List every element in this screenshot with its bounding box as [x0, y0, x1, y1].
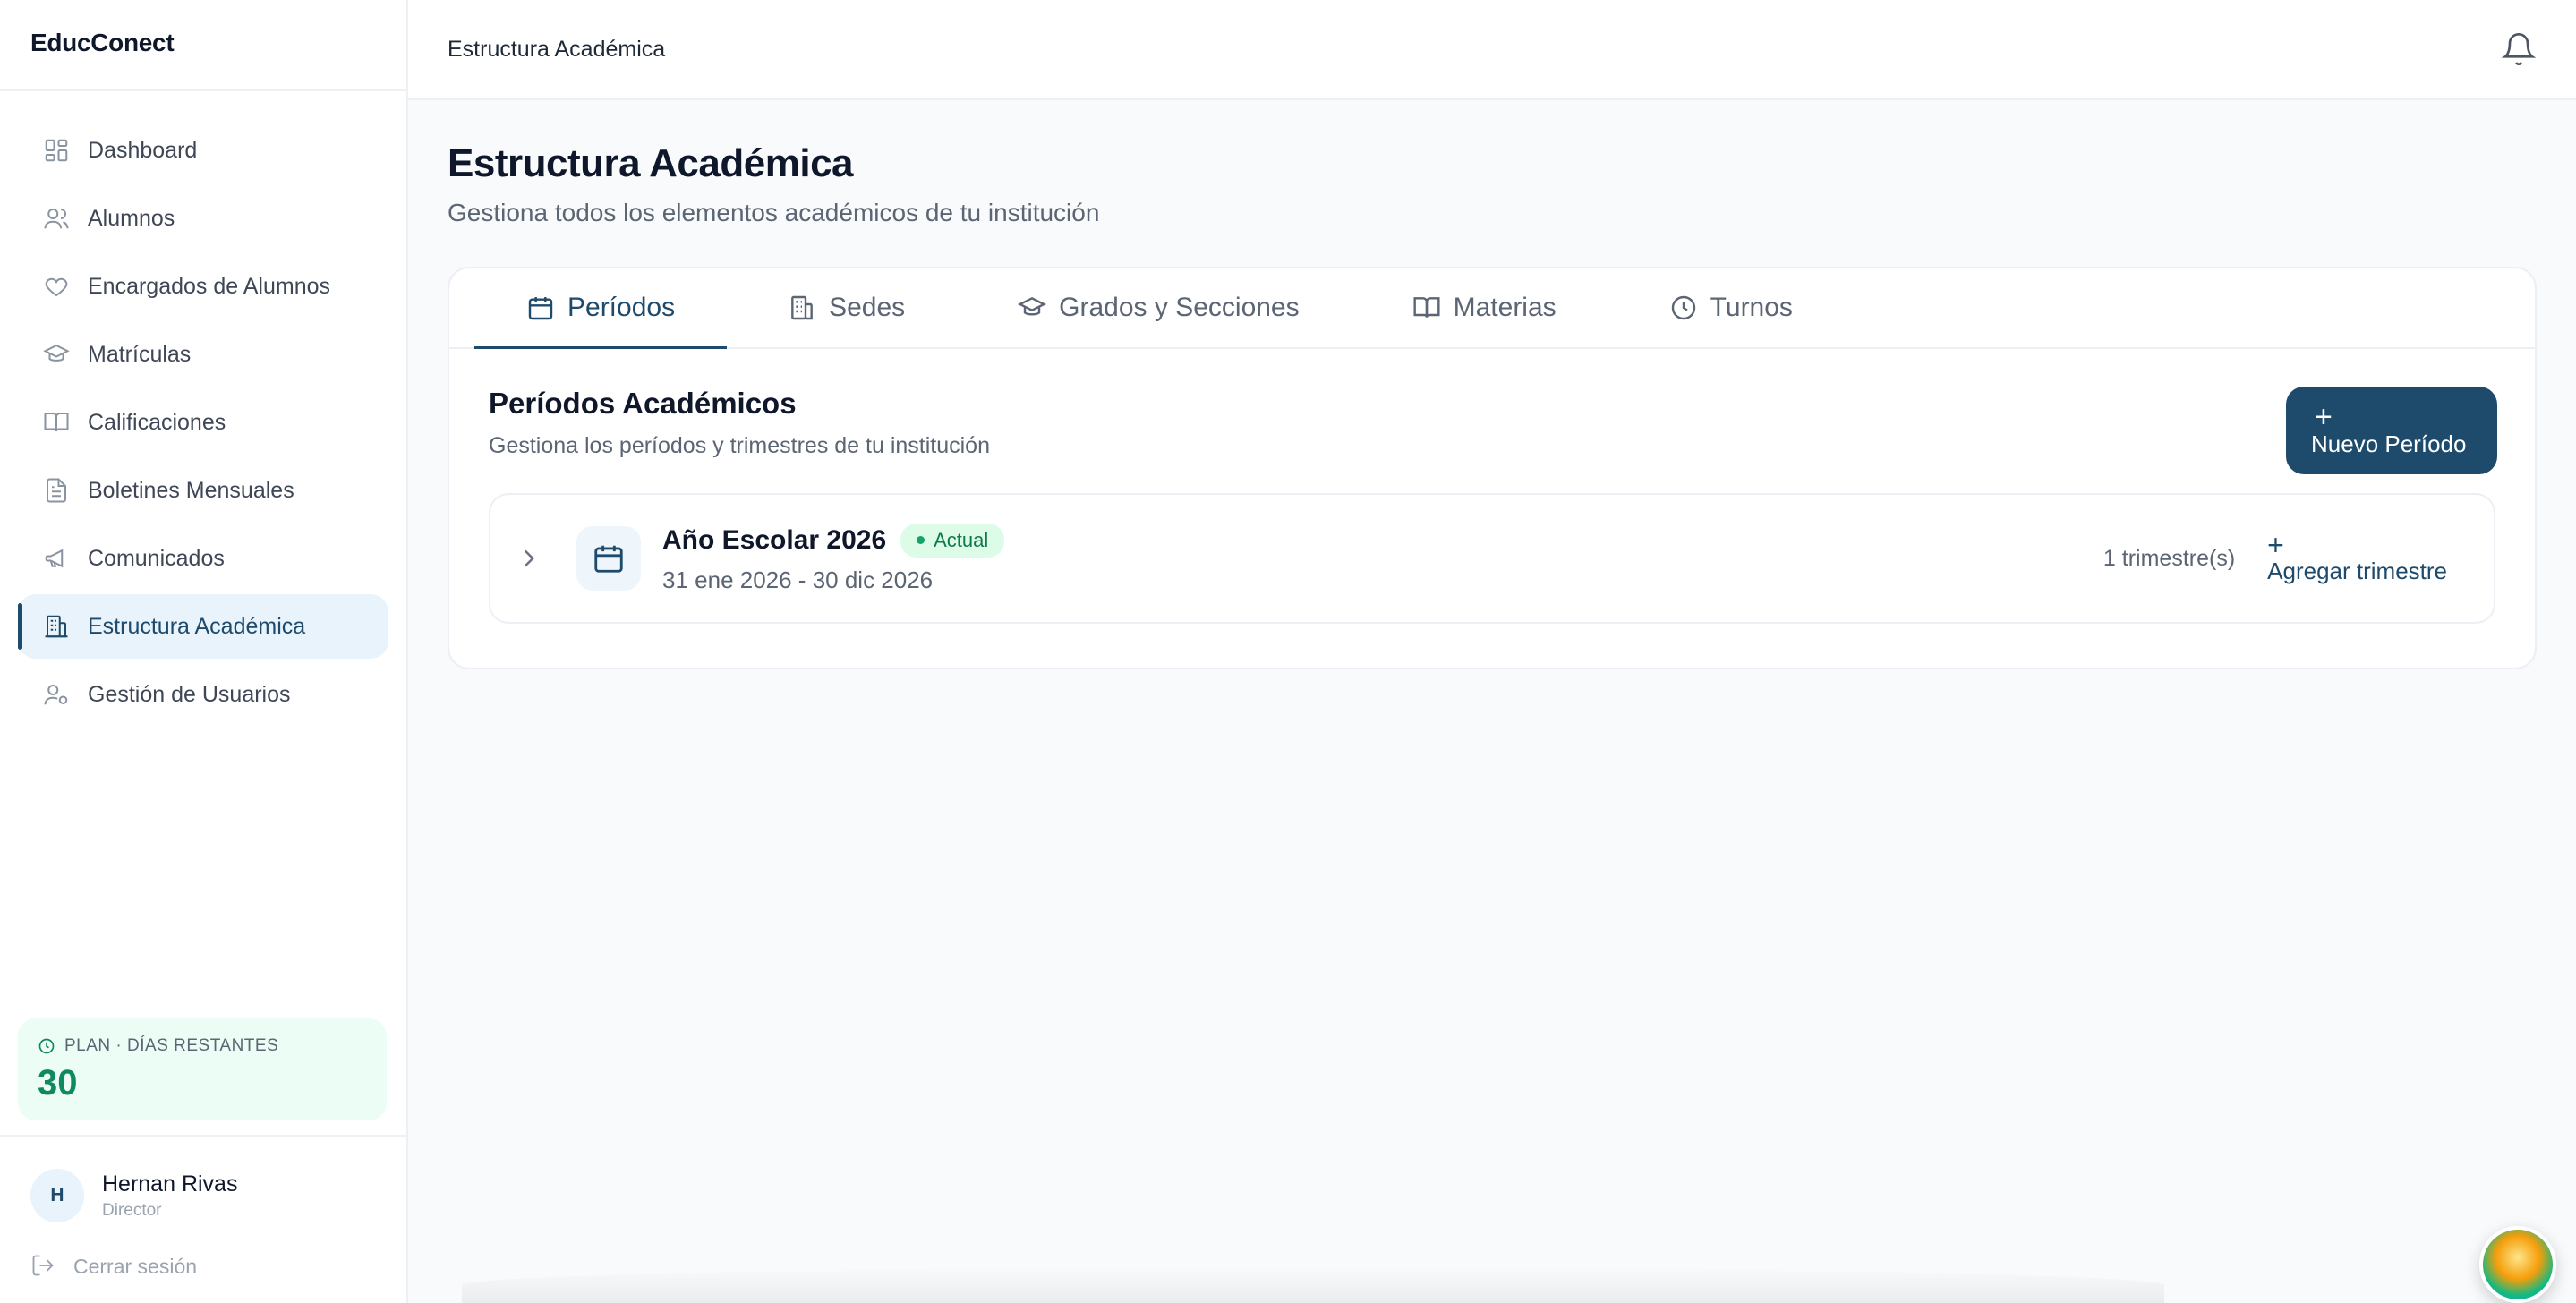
page-title: Estructura Académica [448, 141, 854, 185]
sidebar-item-label: Matrículas [88, 341, 192, 367]
users-icon [41, 203, 72, 234]
sidebar-item-alumnos[interactable]: Alumnos [18, 186, 388, 251]
tab-label: Materias [1453, 293, 1557, 322]
book-open-icon [1412, 294, 1441, 322]
sidebar-item-dashboard[interactable]: Dashboard [18, 118, 388, 183]
new-period-button[interactable]: + Nuevo Período [2286, 387, 2497, 474]
graduation-cap-icon [1018, 294, 1047, 322]
tab-label: Sedes [829, 293, 906, 322]
trimester-count: 1 trimestre(s) [2103, 545, 2236, 571]
plus-icon: + [2315, 399, 2333, 434]
main-area: Estructura Académica Estructura Académic… [408, 0, 2576, 1303]
status-badge: Actual [900, 523, 1005, 558]
chevron-right-icon[interactable] [514, 543, 544, 574]
calendar-icon [576, 526, 641, 591]
plan-label-row: PLAN · DÍAS RESTANTES [38, 1036, 367, 1056]
page-subtitle: Gestiona todos los elementos académicos … [448, 199, 1100, 226]
user-name: Hernan Rivas [102, 1171, 238, 1197]
sidebar-item-estructura-academica[interactable]: Estructura Académica [18, 594, 388, 659]
tab-bar: Períodos Sedes Grados y Secciones Materi… [449, 268, 2535, 349]
logout-label: Cerrar sesión [73, 1254, 198, 1278]
user-info: Hernan Rivas Director [102, 1171, 237, 1221]
graduation-cap-icon [41, 339, 72, 370]
logout-button[interactable]: Cerrar sesión [30, 1253, 376, 1280]
file-text-icon [41, 475, 72, 506]
assistant-avatar-icon[interactable] [2479, 1226, 2556, 1303]
badge-label: Actual [934, 528, 989, 551]
sidebar-item-calificaciones[interactable]: Calificaciones [18, 390, 388, 455]
sidebar-item-label: Dashboard [88, 137, 198, 163]
status-dot [917, 536, 925, 544]
period-dates: 31 ene 2026 - 30 dic 2026 [662, 566, 934, 593]
period-row: Año Escolar 2026 Actual 31 ene 2026 - 30… [489, 493, 2495, 624]
add-trimester-label: Agregar trimestre [2267, 557, 2447, 584]
section-subtitle: Gestiona los períodos y trimestres de tu… [489, 433, 990, 458]
clock-icon [38, 1037, 55, 1055]
calendar-icon [526, 294, 555, 322]
sidebar-item-label: Boletines Mensuales [88, 477, 294, 503]
clock-icon [1669, 294, 1698, 322]
dashboard-grid-icon [41, 135, 72, 166]
sidebar-item-label: Calificaciones [88, 409, 226, 435]
building-icon [788, 294, 816, 322]
plus-icon: + [2267, 528, 2284, 561]
user-role: Director [102, 1200, 162, 1220]
sidebar-nav: Dashboard Alumnos Encargados de Alumnos … [0, 91, 406, 754]
sidebar-item-gestion-usuarios[interactable]: Gestión de Usuarios [18, 662, 388, 727]
period-info: Año Escolar 2026 Actual 31 ene 2026 - 30… [662, 523, 1005, 594]
sidebar-item-label: Estructura Académica [88, 613, 306, 639]
user-cog-icon [41, 679, 72, 710]
megaphone-icon [41, 543, 72, 574]
bottom-shadow [462, 1267, 2164, 1303]
avatar: H [30, 1169, 84, 1222]
tab-label: Períodos [567, 293, 676, 322]
tab-label: Turnos [1710, 293, 1793, 322]
plan-days-remaining: 30 [38, 1063, 78, 1103]
sidebar-item-label: Gestión de Usuarios [88, 681, 291, 707]
logout-icon [30, 1253, 57, 1280]
heart-icon [41, 271, 72, 302]
topbar: Estructura Académica [408, 0, 2576, 100]
tab-materias[interactable]: Materias [1361, 268, 1608, 347]
brand-logo[interactable]: EducConect [0, 0, 406, 91]
sidebar-item-matriculas[interactable]: Matrículas [18, 322, 388, 387]
app-root: EducConect Dashboard Alumnos Encargados … [0, 0, 2576, 1303]
new-period-label: Nuevo Período [2311, 430, 2467, 457]
book-open-icon [41, 407, 72, 438]
period-name: Año Escolar 2026 [662, 524, 887, 555]
sidebar-item-comunicados[interactable]: Comunicados [18, 526, 388, 591]
sidebar-item-label: Comunicados [88, 545, 225, 571]
user-section: H Hernan Rivas Director Cerrar sesión [0, 1135, 406, 1280]
sidebar-item-label: Alumnos [88, 205, 175, 231]
structure-card: Períodos Sedes Grados y Secciones Materi… [448, 267, 2537, 669]
page-content: Estructura Académica Gestiona todos los … [408, 100, 2576, 711]
section-title: Períodos Académicos [489, 387, 797, 420]
topbar-title: Estructura Académica [448, 36, 666, 62]
periods-section: Períodos Académicos Gestiona los período… [449, 349, 2535, 474]
sidebar-item-label: Encargados de Alumnos [88, 273, 331, 299]
bell-icon[interactable] [2501, 31, 2537, 67]
user-profile[interactable]: H Hernan Rivas Director [30, 1169, 376, 1222]
tab-sedes[interactable]: Sedes [736, 268, 957, 347]
tab-grados-secciones[interactable]: Grados y Secciones [966, 268, 1351, 347]
tab-periodos[interactable]: Períodos [474, 268, 728, 349]
sidebar: EducConect Dashboard Alumnos Encargados … [0, 0, 408, 1303]
tab-turnos[interactable]: Turnos [1617, 268, 1845, 347]
plan-label: PLAN · DÍAS RESTANTES [64, 1036, 279, 1055]
add-trimester-button[interactable]: + Agregar trimestre [2267, 528, 2470, 585]
building-icon [41, 611, 72, 642]
sidebar-item-boletines[interactable]: Boletines Mensuales [18, 458, 388, 523]
period-actions: 1 trimestre(s) + Agregar trimestre [2103, 528, 2470, 585]
plan-card: PLAN · DÍAS RESTANTES 30 [18, 1018, 387, 1120]
tab-label: Grados y Secciones [1059, 293, 1300, 322]
sidebar-item-encargados[interactable]: Encargados de Alumnos [18, 254, 388, 319]
period-name-row: Año Escolar 2026 Actual [662, 523, 1005, 558]
